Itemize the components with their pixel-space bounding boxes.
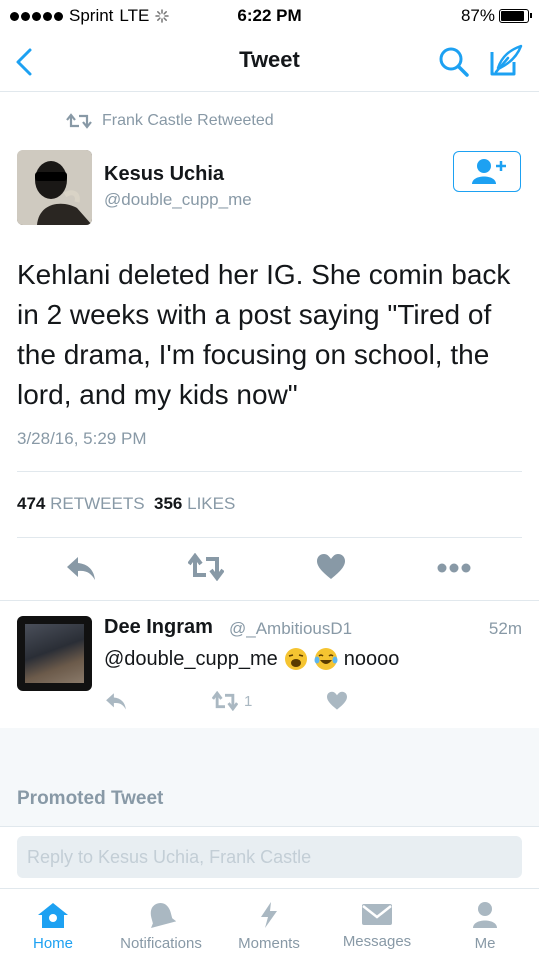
home-icon bbox=[38, 903, 68, 928]
reply-reply-button[interactable] bbox=[104, 688, 128, 714]
divider bbox=[17, 537, 522, 538]
search-button[interactable] bbox=[438, 46, 470, 78]
retweet-icon bbox=[212, 691, 238, 711]
reply-avatar[interactable] bbox=[17, 616, 92, 691]
retweets-count[interactable]: 474 bbox=[17, 494, 45, 513]
more-dots-icon bbox=[437, 563, 471, 573]
divider bbox=[17, 471, 522, 472]
likes-label[interactable]: LIKES bbox=[187, 494, 235, 513]
author-avatar[interactable] bbox=[17, 150, 92, 225]
author-name[interactable]: Kesus Uchia bbox=[104, 163, 224, 186]
promoted-tweet-label: Promoted Tweet bbox=[17, 788, 164, 809]
bell-icon bbox=[150, 903, 176, 929]
retweet-icon bbox=[187, 552, 225, 582]
add-user-icon bbox=[472, 159, 506, 184]
retweet-context[interactable]: Frank Castle Retweeted bbox=[66, 112, 274, 130]
avatar-photo bbox=[25, 624, 84, 683]
battery-percent: 87% bbox=[460, 6, 495, 25]
retweet-icon bbox=[66, 113, 92, 129]
tab-notifications-label: Notifications bbox=[120, 935, 202, 952]
reply-icon bbox=[106, 693, 126, 710]
tweet-timestamp: 3/28/16, 5:29 PM bbox=[17, 429, 147, 448]
search-icon bbox=[439, 47, 469, 77]
tab-home-label: Home bbox=[32, 935, 73, 952]
reply-button[interactable] bbox=[64, 553, 104, 583]
status-time: 6:22 PM bbox=[237, 6, 302, 25]
reply-icon bbox=[67, 557, 95, 580]
envelope-icon bbox=[362, 904, 392, 925]
reply-text: @double_cupp_me noooo bbox=[104, 647, 399, 671]
reply-retweet-count: 1 bbox=[244, 692, 253, 710]
tweet-actions bbox=[0, 548, 539, 588]
tab-home[interactable]: Home bbox=[3, 895, 103, 957]
battery-fill bbox=[501, 11, 524, 21]
retweets-label[interactable]: RETWEETS bbox=[50, 494, 144, 513]
heart-icon bbox=[317, 554, 345, 579]
weary-face-emoji bbox=[284, 648, 307, 670]
like-button[interactable] bbox=[316, 553, 356, 583]
tab-notifications[interactable]: Notifications bbox=[111, 895, 211, 957]
author-handle[interactable]: @double_cupp_me bbox=[104, 190, 252, 210]
reply-like-button[interactable] bbox=[326, 688, 348, 714]
tweet-text: Kehlani deleted her IG. She comin back i… bbox=[17, 259, 511, 410]
retweeted-by-label: Frank Castle Retweeted bbox=[102, 112, 274, 129]
lightning-icon bbox=[261, 902, 277, 928]
reply-input[interactable] bbox=[17, 836, 522, 878]
reply-retweet-button[interactable]: 1 bbox=[212, 688, 252, 714]
compose-button[interactable] bbox=[488, 44, 524, 78]
retweet-button[interactable] bbox=[187, 552, 228, 583]
reply-body: noooo bbox=[343, 647, 400, 670]
heart-icon bbox=[327, 691, 347, 710]
tab-messages[interactable]: Messages bbox=[327, 895, 427, 957]
tab-messages-label: Messages bbox=[342, 933, 412, 950]
status-right: 87% bbox=[460, 6, 532, 26]
tears-of-joy-emoji bbox=[314, 648, 338, 670]
reply-author-handle[interactable]: @_AmbitiousD1 bbox=[229, 619, 352, 639]
follow-button[interactable] bbox=[453, 151, 521, 192]
reply-author-name[interactable]: Dee Ingram bbox=[104, 616, 213, 639]
tab-moments[interactable]: Moments bbox=[219, 895, 319, 957]
tweet-stats: 474 RETWEETS 356 LIKES bbox=[17, 494, 235, 514]
person-icon bbox=[473, 902, 497, 928]
more-button[interactable] bbox=[436, 553, 476, 583]
tab-bar: Home Notifications Moments Messages Me bbox=[0, 888, 539, 960]
nav-bar: Tweet bbox=[0, 32, 539, 92]
avatar-photo bbox=[17, 150, 92, 225]
likes-count[interactable]: 356 bbox=[154, 494, 182, 513]
status-bar: Sprint LTE 6:22 PM 87% bbox=[0, 0, 539, 32]
promoted-section bbox=[0, 728, 539, 826]
reply-bar bbox=[0, 826, 539, 888]
divider bbox=[0, 600, 539, 601]
tab-moments-label: Moments bbox=[238, 935, 300, 952]
compose-icon bbox=[490, 44, 523, 76]
tab-me-label: Me bbox=[474, 935, 496, 952]
reply-actions: 1 bbox=[0, 688, 539, 714]
battery-icon bbox=[499, 9, 532, 23]
tab-me[interactable]: Me bbox=[435, 895, 535, 957]
reply-mention[interactable]: @double_cupp_me bbox=[104, 648, 278, 671]
reply-time: 52m bbox=[488, 619, 522, 638]
